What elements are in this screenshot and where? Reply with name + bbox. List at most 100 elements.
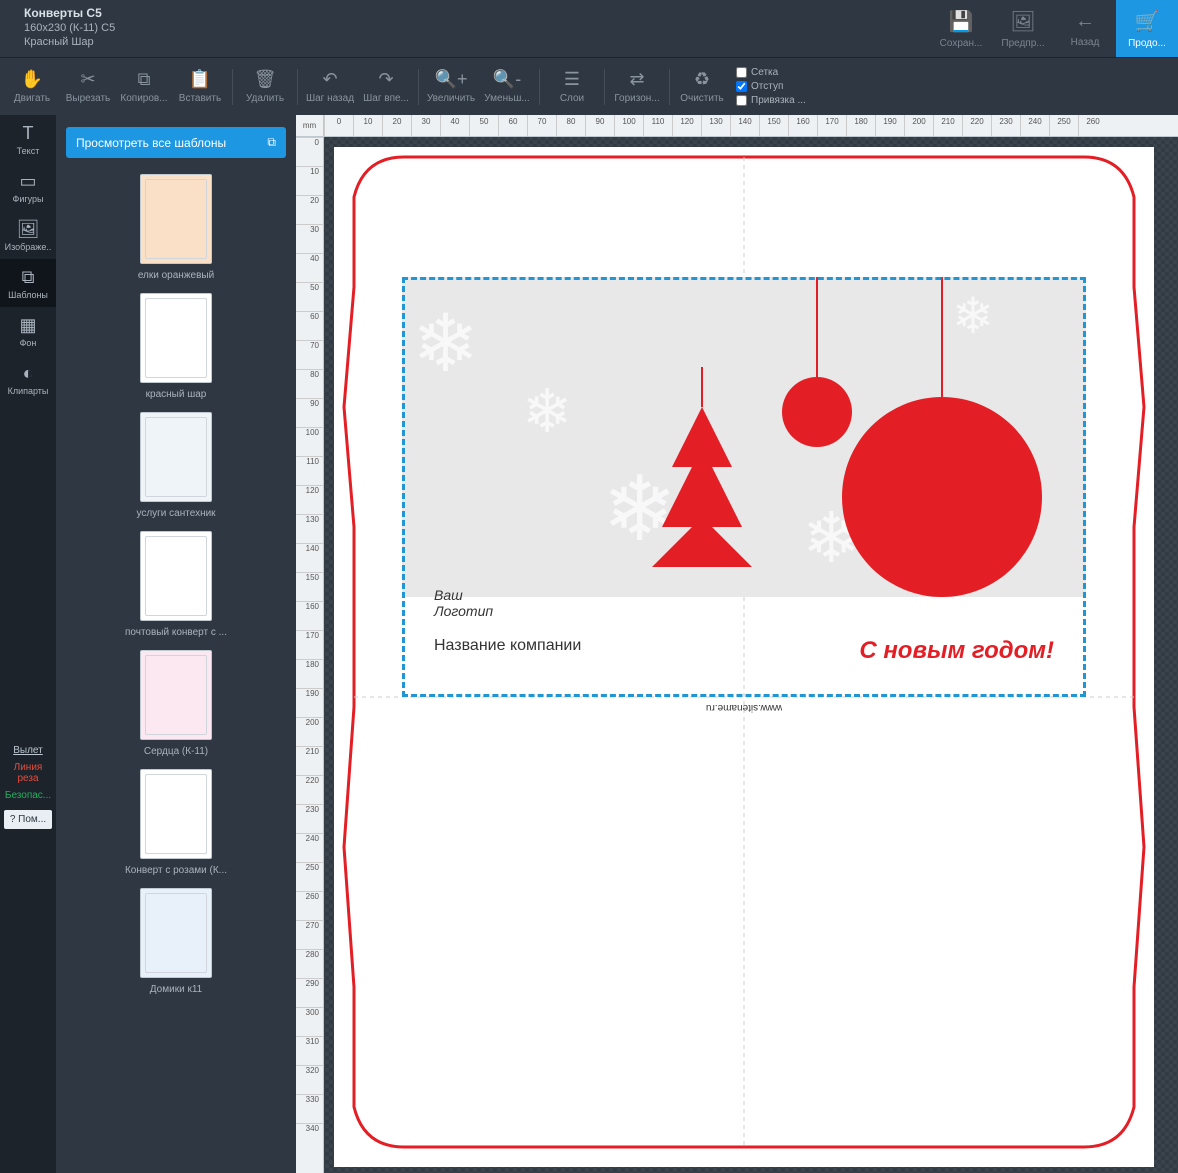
clear-tool[interactable]: ♻Очистить xyxy=(674,63,730,111)
templates-panel: Просмотреть все шаблоны ⧉ елки оранжевый… xyxy=(56,115,296,1173)
ruler-tick: 180 xyxy=(846,115,875,136)
logo-placeholder[interactable]: ВашЛоготип xyxy=(434,587,493,619)
nav-images[interactable]: 🖼Изображе.. xyxy=(0,211,56,259)
preview-label: Предпр... xyxy=(1001,38,1044,49)
ruler-tick: 170 xyxy=(817,115,846,136)
ruler-tick: 150 xyxy=(296,572,323,601)
ruler-tick: 270 xyxy=(296,920,323,949)
ruler-tick: 40 xyxy=(296,253,323,282)
undo-tool[interactable]: ↶Шаг назад xyxy=(302,63,358,111)
template-label: услуги сантехник xyxy=(136,508,215,519)
ruler-tick: 130 xyxy=(701,115,730,136)
cut-tool[interactable]: ✂Вырезать xyxy=(60,63,116,111)
ruler-tick: 260 xyxy=(296,891,323,920)
view-options: Сетка Отступ Привязка ... xyxy=(736,67,806,106)
greeting-text[interactable]: С новым годом! xyxy=(859,637,1054,665)
cutline-link[interactable]: Линия реза xyxy=(0,759,56,787)
copy-tool[interactable]: ⧉Копиров... xyxy=(116,63,172,111)
product-variant: Красный Шар xyxy=(24,36,115,48)
redo-tool[interactable]: ↷Шаг впе... xyxy=(358,63,414,111)
design-canvas[interactable]: ❄ ❄ ❄ ❄ ❄ ВашЛог xyxy=(334,147,1154,1167)
ruler-tick: 280 xyxy=(296,949,323,978)
ruler-tick: 250 xyxy=(1049,115,1078,136)
nav-shapes[interactable]: ▭Фигуры xyxy=(0,163,56,211)
ruler-tick: 20 xyxy=(296,195,323,224)
template-item[interactable]: Домики к11 xyxy=(140,888,212,995)
template-item[interactable]: елки оранжевый xyxy=(138,174,214,281)
template-label: почтовый конверт с ... xyxy=(125,627,227,638)
browse-templates-button[interactable]: Просмотреть все шаблоны ⧉ xyxy=(66,127,286,158)
ruler-tick: 230 xyxy=(296,804,323,833)
ruler-tick: 240 xyxy=(1020,115,1049,136)
template-item[interactable]: красный шар xyxy=(140,293,212,400)
save-button[interactable]: 💾 Сохран... xyxy=(930,0,992,57)
ruler-tick: 40 xyxy=(440,115,469,136)
continue-label: Продо... xyxy=(1128,38,1166,49)
ruler-tick: 140 xyxy=(296,543,323,572)
paste-tool[interactable]: 📋Вставить xyxy=(172,63,228,111)
grid-checkbox[interactable]: Сетка xyxy=(736,67,806,78)
undo-icon: ↶ xyxy=(322,69,337,90)
ruler-tick: 210 xyxy=(933,115,962,136)
header-info: Конверты С5 160x230 (К-11) С5 Красный Ша… xyxy=(0,0,139,57)
site-url[interactable]: www.sitename.ru xyxy=(706,702,782,713)
copy-icon: ⧉ xyxy=(138,69,151,90)
ruler-vertical: 0102030405060708090100110120130140150160… xyxy=(296,137,324,1173)
templates-icon: ⧉ xyxy=(22,267,35,288)
template-label: Сердца (К-11) xyxy=(144,746,208,757)
layers-tool[interactable]: ☰Слои xyxy=(544,63,600,111)
nav-templates[interactable]: ⧉Шаблоны xyxy=(0,259,56,307)
help-button[interactable]: ? Пом... xyxy=(4,810,52,829)
cart-icon: 🛒 xyxy=(1135,9,1160,34)
ruler-tick: 70 xyxy=(527,115,556,136)
template-label: Домики к11 xyxy=(150,984,202,995)
ruler-tick: 250 xyxy=(296,862,323,891)
bleed-link[interactable]: Вылет xyxy=(0,742,56,759)
template-item[interactable]: почтовый конверт с ... xyxy=(125,531,227,638)
product-title: Конверты С5 xyxy=(24,6,115,20)
margin-guide xyxy=(402,277,1086,697)
canvas-area[interactable]: mm 0102030405060708090100110120130140150… xyxy=(296,115,1178,1173)
ruler-tick: 70 xyxy=(296,340,323,369)
safe-link[interactable]: Безопас... xyxy=(0,787,56,804)
ruler-tick: 220 xyxy=(296,775,323,804)
app-header: Конверты С5 160x230 (К-11) С5 Красный Ша… xyxy=(0,0,1178,57)
template-item[interactable]: Сердца (К-11) xyxy=(140,650,212,757)
move-tool[interactable]: ✋Двигать xyxy=(4,63,60,111)
preview-button[interactable]: 🖼 Предпр... xyxy=(992,0,1054,57)
back-button[interactable]: ← Назад xyxy=(1054,0,1116,57)
template-item[interactable]: Конверт с розами (К... xyxy=(125,769,227,876)
nav-text[interactable]: TТекст xyxy=(0,115,56,163)
delete-tool[interactable]: 🗑Удалить xyxy=(237,63,293,111)
template-thumbnail xyxy=(140,531,212,621)
header-actions: 💾 Сохран... 🖼 Предпр... ← Назад 🛒 Продо.… xyxy=(930,0,1178,57)
redo-icon: ↷ xyxy=(378,69,393,90)
template-item[interactable]: услуги сантехник xyxy=(136,412,215,519)
ruler-tick: 330 xyxy=(296,1094,323,1123)
nav-background[interactable]: ▦Фон xyxy=(0,307,56,355)
ruler-tick: 260 xyxy=(1078,115,1107,136)
flip-tool[interactable]: ⇄Горизон... xyxy=(609,63,665,111)
paste-icon: 📋 xyxy=(189,69,211,90)
template-thumbnail xyxy=(140,293,212,383)
snap-checkbox[interactable]: Привязка ... xyxy=(736,95,806,106)
ruler-tick: 60 xyxy=(296,311,323,340)
ruler-tick: 170 xyxy=(296,630,323,659)
ruler-tick: 60 xyxy=(498,115,527,136)
ruler-tick: 310 xyxy=(296,1036,323,1065)
shapes-icon: ▭ xyxy=(19,171,36,192)
zoom-out-tool[interactable]: 🔍-Уменьш... xyxy=(479,63,535,111)
zoom-in-tool[interactable]: 🔍+Увеличить xyxy=(423,63,479,111)
company-name-field[interactable]: Название компании xyxy=(434,637,581,655)
nav-cliparts[interactable]: ◐Клипарты xyxy=(0,355,56,403)
ruler-tick: 190 xyxy=(875,115,904,136)
ruler-tick: 80 xyxy=(556,115,585,136)
continue-button[interactable]: 🛒 Продо... xyxy=(1116,0,1178,57)
ruler-tick: 0 xyxy=(296,137,323,166)
template-label: красный шар xyxy=(146,389,207,400)
ruler-tick: 100 xyxy=(296,427,323,456)
margin-checkbox[interactable]: Отступ xyxy=(736,81,806,92)
ruler-tick: 50 xyxy=(296,282,323,311)
ruler-tick: 320 xyxy=(296,1065,323,1094)
ruler-tick: 180 xyxy=(296,659,323,688)
